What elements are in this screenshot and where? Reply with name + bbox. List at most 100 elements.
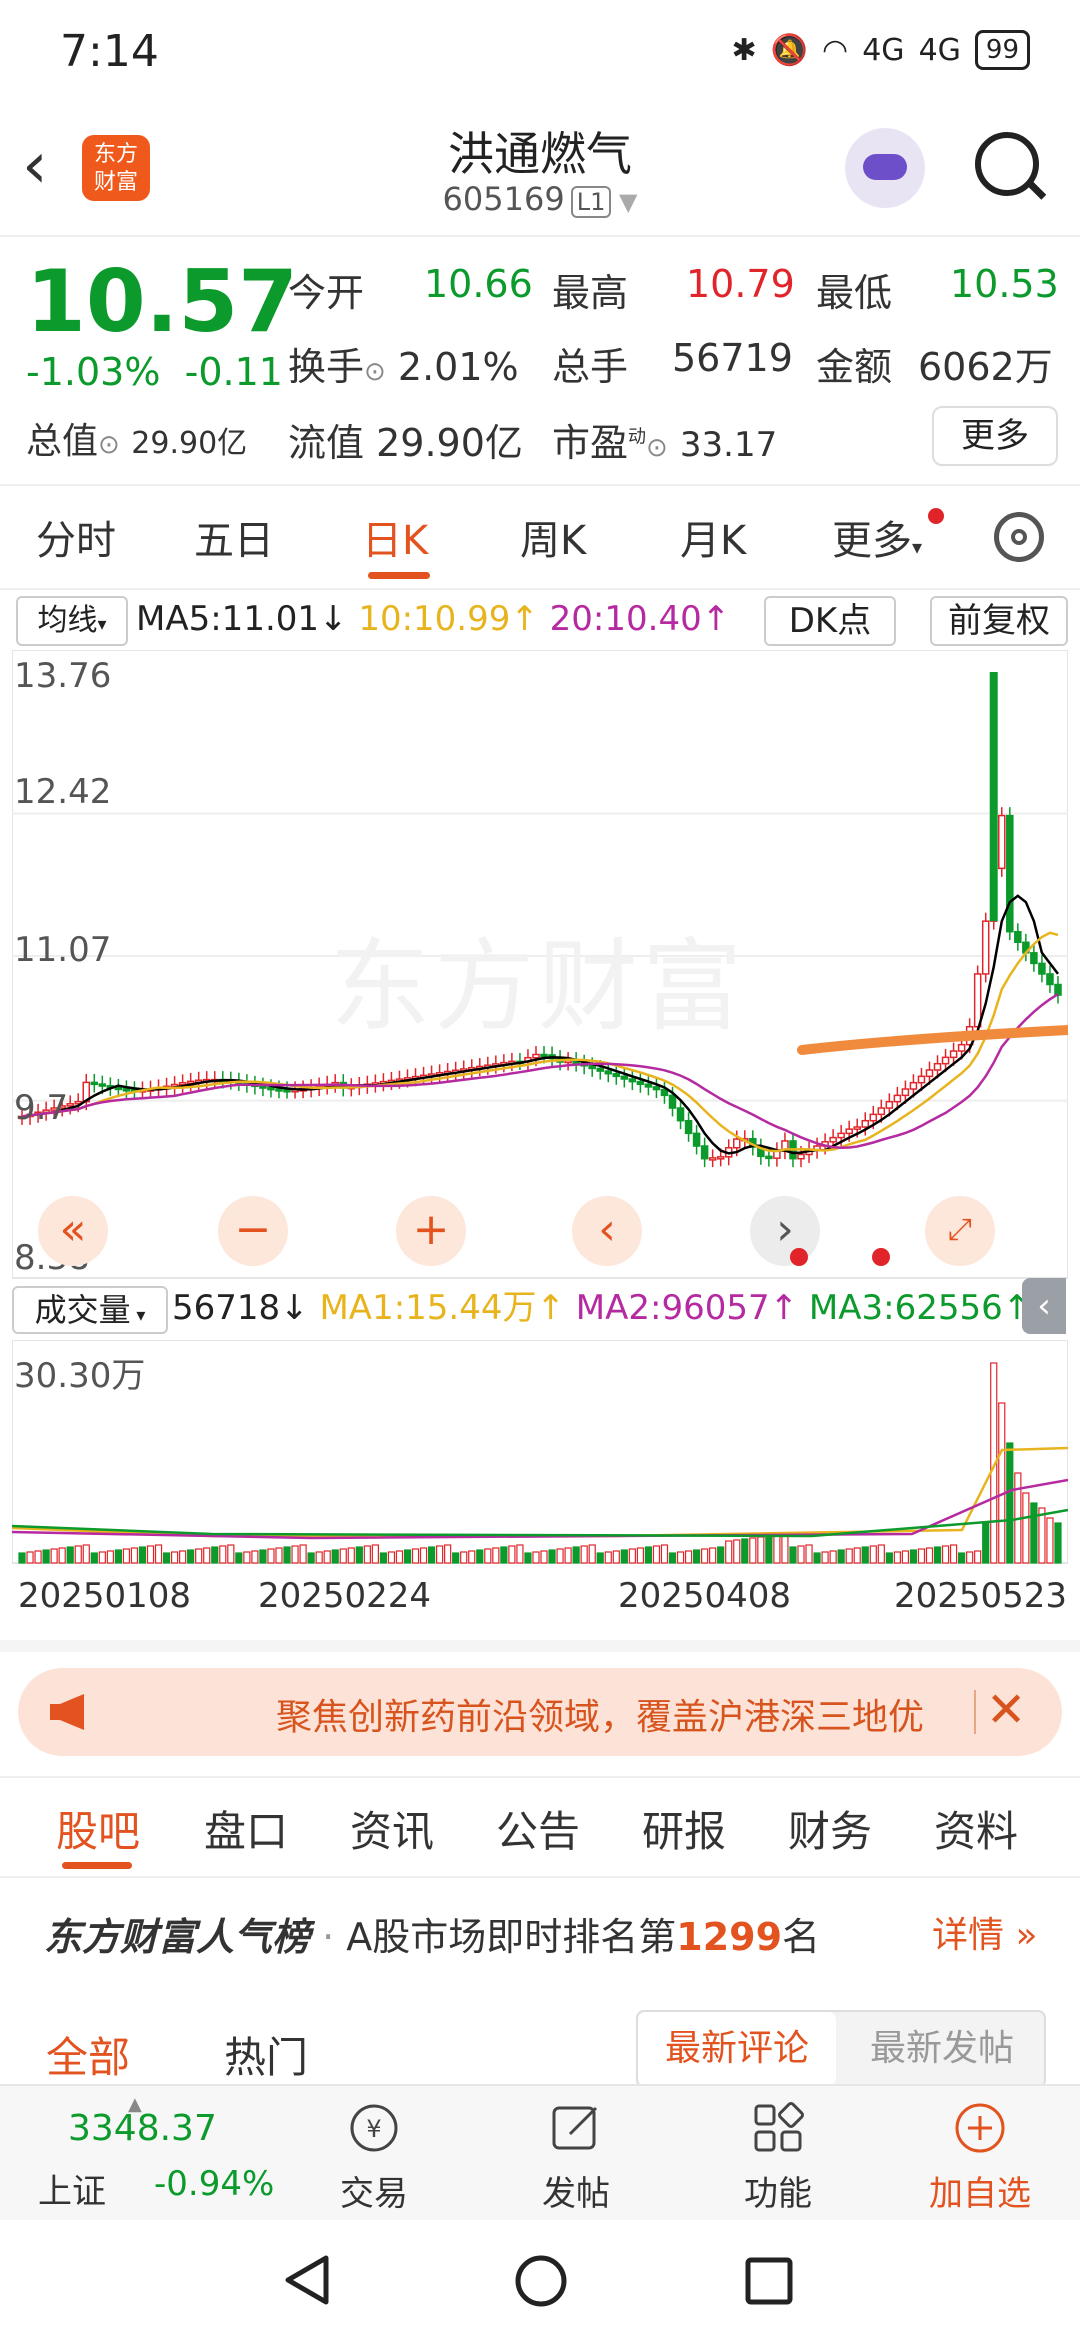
zoom-in-icon[interactable]: + (396, 1196, 466, 1266)
close-icon[interactable]: ✕ (986, 1682, 1026, 1738)
candle-body (1038, 962, 1046, 975)
scroll-right-icon[interactable]: › (750, 1196, 820, 1266)
volume-bar (90, 1552, 98, 1564)
volume-bar (933, 1546, 942, 1564)
volume-svg (11, 1339, 1069, 1564)
fullscreen-icon[interactable]: ⤢ (925, 1196, 995, 1266)
volume-ma2: MA2:96057 (575, 1288, 770, 1328)
tab-research[interactable]: 研报 (642, 1798, 726, 1859)
scroll-left-icon[interactable]: ‹ (572, 1196, 642, 1266)
tab-profile[interactable]: 资料 (934, 1798, 1018, 1859)
volume-bar (508, 1545, 516, 1564)
volume-bar (50, 1548, 58, 1564)
marker-dot (872, 1248, 890, 1266)
dk-point-button[interactable]: DK点 (764, 596, 896, 646)
candle-body (540, 1053, 548, 1058)
turnover-value: 2.01% (397, 345, 519, 389)
tab-five-day[interactable]: 五日 (194, 508, 274, 566)
candle-body (90, 1081, 99, 1086)
volume-bar (725, 1540, 733, 1564)
volume-bar (379, 1552, 388, 1564)
tab-more-periods[interactable]: 更多▾ (832, 508, 922, 566)
mute-icon: 🔕 (770, 32, 809, 68)
tab-intraday[interactable]: 分时 (36, 508, 116, 566)
tab-monthly-k[interactable]: 月K (680, 508, 746, 566)
sort-latest-post[interactable]: 最新发帖 (842, 2012, 1042, 2086)
zoom-out-icon[interactable]: − (218, 1196, 288, 1266)
volume-value: 56719 (672, 336, 793, 380)
volume-indicator-select[interactable]: 成交量 ▾ (12, 1286, 168, 1334)
tab-pankou[interactable]: 盘口 (204, 1798, 288, 1859)
volume-bar (179, 1550, 187, 1564)
volume-bar (138, 1546, 147, 1564)
index-value[interactable]: 3348.37 (68, 2108, 217, 2149)
high-value: 10.79 (686, 262, 795, 306)
volume-bar (781, 1533, 789, 1564)
nav-back-icon[interactable] (282, 2254, 332, 2306)
index-change[interactable]: -0.94% (154, 2164, 274, 2204)
candle-body (628, 1078, 637, 1083)
add-watchlist-button[interactable]: 加自选 (920, 2166, 1040, 2215)
more-quote-button[interactable]: 更多 (932, 406, 1058, 466)
volume-bar (676, 1551, 685, 1564)
volume-bar (363, 1545, 371, 1564)
mktcap-row[interactable]: 总值⊙ 29.90亿 (26, 412, 247, 464)
tab-daily-k[interactable]: 日K (362, 508, 428, 566)
x-tick-label: 20250224 (258, 1576, 432, 1616)
scroll-fast-left-icon[interactable]: « (38, 1196, 108, 1266)
edit-post-icon[interactable] (548, 2100, 604, 2156)
volume-label: 总手 (552, 345, 629, 389)
nav-recents-icon[interactable] (744, 2256, 794, 2306)
adjust-select-button[interactable]: 前复权 (930, 596, 1068, 646)
volume-bar (267, 1548, 275, 1564)
volume-bar (411, 1548, 420, 1564)
candle-body (259, 1085, 267, 1089)
feed-tab-hot[interactable]: 热门 (224, 2024, 308, 2085)
search-icon[interactable] (975, 132, 1039, 196)
grid-function-icon[interactable] (750, 2100, 806, 2156)
candle-body (1030, 952, 1038, 965)
candle-body (797, 1153, 805, 1160)
volume-bar (668, 1552, 677, 1564)
float-value: 29.90亿 (376, 421, 523, 465)
volume-bar (26, 1551, 34, 1564)
tab-announcements[interactable]: 公告 (496, 1798, 580, 1859)
add-circle-icon[interactable] (952, 2100, 1008, 2156)
trade-icon[interactable]: ¥ (346, 2100, 402, 2156)
volume-bar (949, 1544, 958, 1564)
index-name[interactable]: 上证 (38, 2164, 106, 2213)
nav-home-icon[interactable] (514, 2254, 568, 2308)
tab-weekly-k[interactable]: 周K (520, 508, 586, 566)
candle-body (114, 1086, 123, 1091)
volume-bar (484, 1548, 492, 1564)
gear-icon[interactable] (994, 512, 1044, 562)
feed-tab-all[interactable]: 全部 (46, 2024, 130, 2085)
assistant-robot-icon[interactable] (845, 128, 925, 208)
indicator-select[interactable]: 均线▾ (16, 596, 128, 646)
bluetooth-icon: ✱ (731, 32, 757, 68)
tab-news[interactable]: 资讯 (350, 1798, 434, 1859)
pe-value: 33.17 (679, 425, 778, 465)
news-banner[interactable]: 聚焦创新药前沿领域，覆盖沪港深三地优 ✕ (18, 1668, 1062, 1756)
volume-ma3: MA3:62556 (808, 1288, 1003, 1328)
tab-finance[interactable]: 财务 (788, 1798, 872, 1859)
ma20-value: 20:10.40 (549, 599, 702, 639)
candle-body (765, 1155, 773, 1160)
popularity-rank: 东方财富人气榜 · A股市场即时排名第1299名 (44, 1915, 821, 1959)
volume-bar (765, 1535, 773, 1564)
candle-body (949, 1050, 958, 1059)
function-button[interactable]: 功能 (718, 2166, 838, 2215)
trade-button[interactable]: 交易 (314, 2166, 434, 2215)
price-change: -1.03% -0.11 (26, 350, 283, 394)
rank-detail-link[interactable]: 详情 » (932, 1906, 1037, 1958)
volume-bar (604, 1551, 612, 1564)
post-button[interactable]: 发帖 (516, 2166, 636, 2215)
collapse-panel-button[interactable]: ‹ (1022, 1278, 1066, 1334)
pe-row[interactable]: 市盈动⊙ 33.17 (552, 412, 777, 467)
tab-guba[interactable]: 股吧 (56, 1798, 140, 1859)
candle-body (668, 1094, 677, 1109)
volume-chart[interactable] (11, 1339, 1069, 1565)
candle-body (283, 1089, 291, 1093)
sort-latest-comment[interactable]: 最新评论 (638, 2012, 836, 2086)
turnover-row[interactable]: 换手⊙ 2.01% (288, 336, 519, 391)
